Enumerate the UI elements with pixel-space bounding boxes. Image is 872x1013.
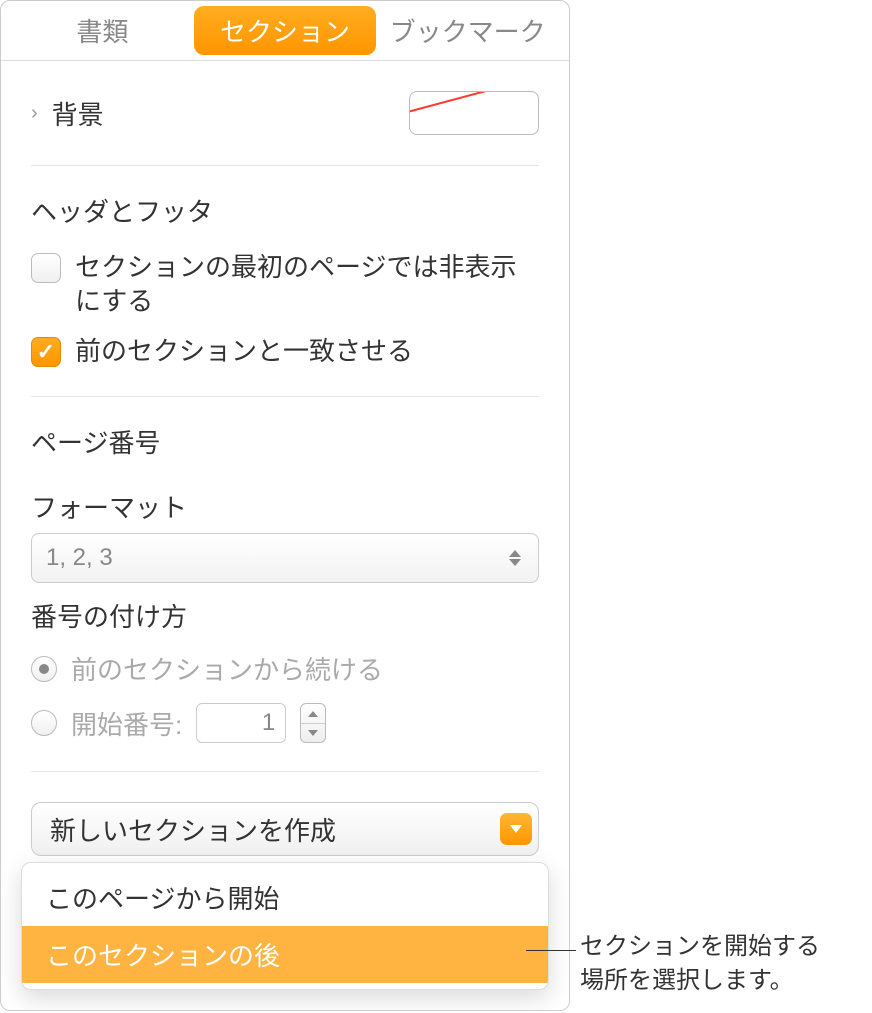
chevron-right-icon[interactable]: › xyxy=(31,102,38,125)
format-popup[interactable]: 1, 2, 3 xyxy=(31,533,539,583)
inspector-tabs: 書類 セクション ブックマーク xyxy=(1,1,569,61)
divider xyxy=(31,771,539,772)
background-row: › 背景 xyxy=(31,61,539,166)
start-at-stepper[interactable] xyxy=(300,703,326,743)
start-at-radio[interactable] xyxy=(31,710,57,736)
hide-first-page-checkbox[interactable] xyxy=(31,253,61,283)
match-previous-label: 前のセクションと一致させる xyxy=(75,335,413,369)
format-label: フォーマット xyxy=(31,474,539,533)
page-number-heading: ページ番号 xyxy=(31,397,539,474)
background-color-well[interactable] xyxy=(409,91,539,135)
tab-section[interactable]: セクション xyxy=(194,6,377,55)
continue-radio-label: 前のセクションから続ける xyxy=(71,650,383,687)
start-at-radio-row: 開始番号: xyxy=(31,695,539,751)
format-value: 1, 2, 3 xyxy=(46,544,506,572)
tab-bookmark[interactable]: ブックマーク xyxy=(376,6,559,55)
start-at-radio-label: 開始番号: xyxy=(71,705,182,742)
stepper-up-icon[interactable] xyxy=(301,704,325,724)
create-new-section-menu: このページから開始 このセクションの後 xyxy=(21,862,549,990)
chevron-down-icon xyxy=(500,813,532,845)
hide-first-page-row: セクションの最初のページでは非表示にする xyxy=(31,243,539,327)
stepper-down-icon[interactable] xyxy=(301,724,325,743)
background-label: 背景 xyxy=(52,95,409,132)
match-previous-checkbox[interactable] xyxy=(31,337,61,367)
popup-arrows-icon xyxy=(506,550,524,566)
menu-item-start-this-page[interactable]: このページから開始 xyxy=(22,869,548,926)
tab-document[interactable]: 書類 xyxy=(11,6,194,55)
continue-radio-row: 前のセクションから続ける xyxy=(31,642,539,695)
callout-leader-line xyxy=(526,950,576,951)
match-previous-row: 前のセクションと一致させる xyxy=(31,327,539,377)
create-new-section-label: 新しいセクションを作成 xyxy=(50,811,500,848)
continue-radio[interactable] xyxy=(31,656,57,682)
callout-line1: セクションを開始する xyxy=(580,930,820,964)
hide-first-page-label: セクションの最初のページでは非表示にする xyxy=(75,251,539,319)
numbering-label: 番号の付け方 xyxy=(31,583,539,642)
start-at-input[interactable] xyxy=(196,703,286,743)
callout-text: セクションを開始する 場所を選択します。 xyxy=(580,930,820,997)
headers-footers-heading: ヘッダとフッタ xyxy=(31,166,539,243)
menu-item-after-this-section[interactable]: このセクションの後 xyxy=(22,926,548,983)
create-new-section-popup[interactable]: 新しいセクションを作成 xyxy=(31,802,539,856)
callout-line2: 場所を選択します。 xyxy=(580,964,820,998)
section-inspector-panel: 書類 セクション ブックマーク › 背景 ヘッダとフッタ セクションの最初のペー… xyxy=(0,0,570,1011)
